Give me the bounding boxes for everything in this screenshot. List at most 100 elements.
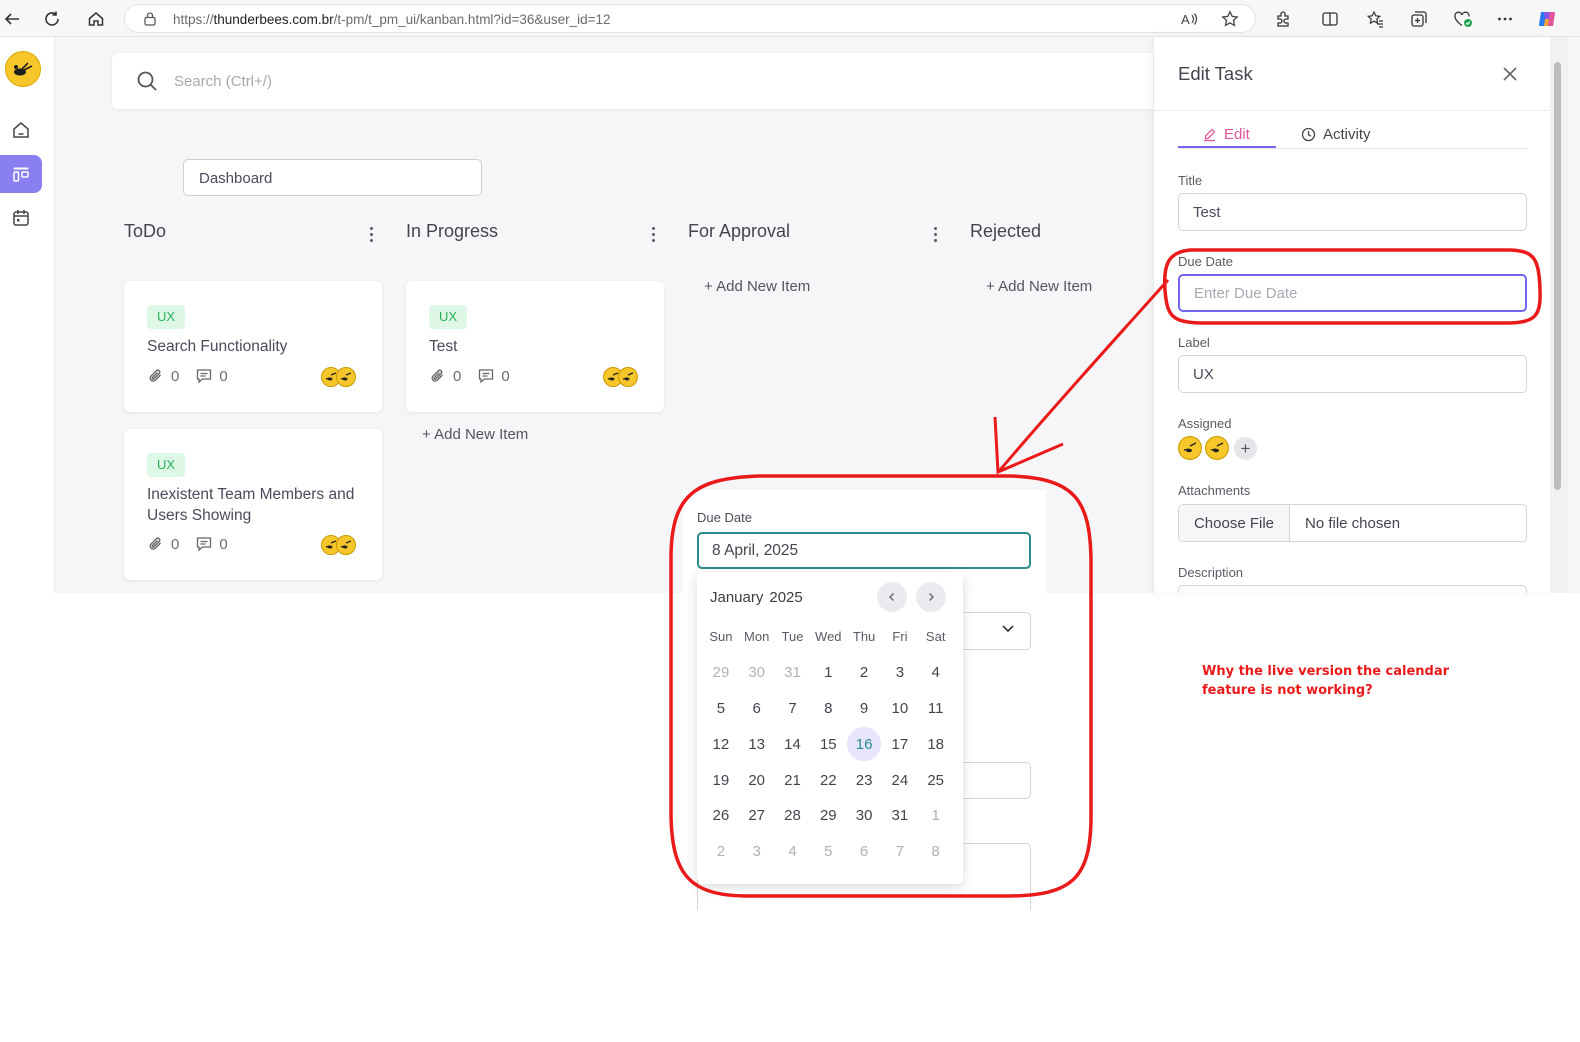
column-menu-todo-icon[interactable] <box>364 223 378 245</box>
calendar-day[interactable]: 20 <box>739 762 775 798</box>
calendar-day[interactable]: 28 <box>775 798 811 834</box>
search-bar[interactable] <box>112 53 1192 109</box>
back-arrow-icon[interactable] <box>0 7 24 31</box>
more-menu-icon[interactable] <box>1494 8 1516 30</box>
tab-edit[interactable]: Edit <box>1202 119 1250 149</box>
avatar[interactable] <box>1205 436 1229 460</box>
calendar-day[interactable]: 4 <box>918 655 954 691</box>
task-card[interactable]: UX Search Functionality 0 0 <box>124 281 382 412</box>
sidebar-item-kanban[interactable] <box>0 155 42 193</box>
calendar-day[interactable]: 1 <box>810 655 846 691</box>
sidebar <box>0 37 55 593</box>
choose-file-button[interactable]: Choose File <box>1179 505 1290 541</box>
calendar-day[interactable]: 2 <box>703 834 739 870</box>
search-input[interactable] <box>174 67 774 95</box>
add-new-item-rejected[interactable]: + Add New Item <box>986 278 1092 295</box>
calendar-day[interactable]: 17 <box>882 726 918 762</box>
calendar-day[interactable]: 12 <box>703 726 739 762</box>
inset-due-date-input[interactable]: 8 April, 2025 <box>697 532 1031 569</box>
bee-logo-icon[interactable] <box>5 51 41 87</box>
calendar-day[interactable]: 8 <box>810 691 846 727</box>
avatar <box>336 367 356 387</box>
extensions-icon[interactable] <box>1272 8 1294 30</box>
calendar-day[interactable]: 5 <box>810 834 846 870</box>
attachments-label: Attachments <box>1178 483 1251 498</box>
calendar-day[interactable]: 3 <box>882 655 918 691</box>
task-card[interactable]: UX Inexistent Team Members and Users Sho… <box>124 429 382 580</box>
avatar <box>618 367 638 387</box>
add-new-item-in-progress[interactable]: + Add New Item <box>422 426 528 443</box>
calendar-day[interactable]: 6 <box>846 834 882 870</box>
copilot-icon[interactable] <box>1536 8 1558 30</box>
comment-count: 0 <box>219 535 228 553</box>
refresh-icon[interactable] <box>40 7 64 31</box>
prev-month-chevron-icon[interactable] <box>877 582 907 612</box>
tab-activity[interactable]: Activity <box>1301 119 1371 149</box>
task-card[interactable]: UX Test 0 0 <box>406 281 664 412</box>
scrollbar-thumb[interactable] <box>1554 62 1561 490</box>
card-title: Test <box>429 338 458 355</box>
close-icon[interactable] <box>1499 63 1521 85</box>
calendar-day[interactable]: 11 <box>918 691 954 727</box>
calendar-day[interactable]: 31 <box>882 798 918 834</box>
calendar-day[interactable]: 19 <box>703 762 739 798</box>
calendar-day[interactable]: 7 <box>775 691 811 727</box>
label-input[interactable] <box>1178 355 1527 393</box>
calendar-day[interactable]: 9 <box>846 691 882 727</box>
calendar-month[interactable]: January <box>710 589 763 606</box>
calendar-day-today[interactable]: 16 <box>847 727 881 762</box>
calendar-day[interactable]: 31 <box>775 655 811 691</box>
calendar-day[interactable]: 10 <box>882 691 918 727</box>
board-select[interactable]: Dashboard <box>183 159 482 196</box>
calendar-day[interactable]: 3 <box>739 834 775 870</box>
calendar-day[interactable]: 21 <box>775 762 811 798</box>
sidebar-item-home[interactable] <box>0 111 42 149</box>
column-menu-for-approval-icon[interactable] <box>928 223 942 245</box>
add-assignee-button[interactable]: + <box>1234 437 1257 460</box>
calendar-day[interactable]: 4 <box>775 834 811 870</box>
split-screen-icon[interactable] <box>1319 8 1341 30</box>
next-month-chevron-icon[interactable] <box>916 582 946 612</box>
calendar-day[interactable]: 15 <box>810 726 846 762</box>
calendar-day[interactable]: 23 <box>846 762 882 798</box>
attachment-count: 0 <box>171 535 180 553</box>
title-input[interactable] <box>1178 193 1527 231</box>
browser-essentials-icon[interactable] <box>1452 8 1474 30</box>
calendar-day[interactable]: 13 <box>739 726 775 762</box>
calendar-day[interactable]: 30 <box>846 798 882 834</box>
read-aloud-icon[interactable]: A <box>1180 10 1198 33</box>
weekday-header: Wed <box>815 629 842 645</box>
calendar-day[interactable]: 1 <box>918 798 954 834</box>
favorite-star-icon[interactable] <box>1221 10 1239 33</box>
calendar-day[interactable]: 30 <box>739 655 775 691</box>
calendar-day[interactable]: 5 <box>703 691 739 727</box>
home-icon[interactable] <box>84 7 108 31</box>
favorites-icon[interactable] <box>1364 8 1386 30</box>
calendar-day[interactable]: 29 <box>810 798 846 834</box>
calendar-day[interactable]: 22 <box>810 762 846 798</box>
column-title-in-progress: In Progress <box>406 221 499 241</box>
calendar-day[interactable]: 25 <box>918 762 954 798</box>
calendar-day[interactable]: 7 <box>882 834 918 870</box>
calendar-day[interactable]: 8 <box>918 834 954 870</box>
calendar-year[interactable]: 2025 <box>769 589 802 606</box>
due-date-input[interactable] <box>1178 274 1527 312</box>
calendar-day[interactable]: 2 <box>846 655 882 691</box>
avatar[interactable] <box>1178 436 1202 460</box>
calendar-day[interactable]: 14 <box>775 726 811 762</box>
address-bar[interactable]: https://thunderbees.com.br/t-pm/t_pm_ui/… <box>124 4 1256 33</box>
collections-icon[interactable] <box>1408 8 1430 30</box>
label-badge: UX <box>147 453 186 477</box>
column-menu-in-progress-icon[interactable] <box>646 223 660 245</box>
add-new-item-for-approval[interactable]: + Add New Item <box>704 278 810 295</box>
calendar-day[interactable]: 29 <box>703 655 739 691</box>
sidebar-item-calendar[interactable] <box>0 199 42 237</box>
calendar-day[interactable]: 24 <box>882 762 918 798</box>
calendar-day[interactable]: 27 <box>739 798 775 834</box>
calendar-day[interactable]: 6 <box>739 691 775 727</box>
calendar-day[interactable]: 18 <box>918 726 954 762</box>
description-input[interactable] <box>1178 585 1527 593</box>
file-input[interactable]: Choose File No file chosen <box>1178 504 1527 542</box>
assigned-label: Assigned <box>1178 416 1232 431</box>
calendar-day[interactable]: 26 <box>703 798 739 834</box>
